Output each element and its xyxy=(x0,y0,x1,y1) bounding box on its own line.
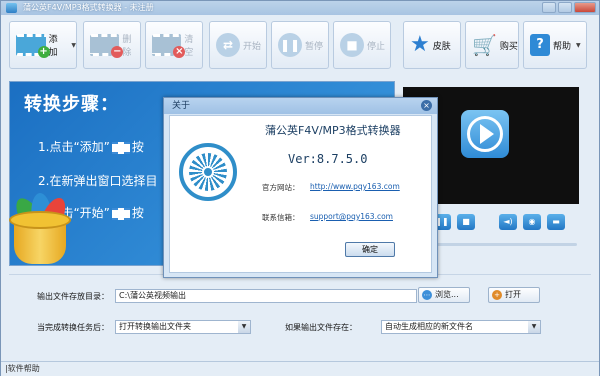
app-icon xyxy=(6,3,17,13)
after-done-label: 当完成转换任务后： xyxy=(37,323,109,332)
volume-icon[interactable]: ◄) xyxy=(499,214,517,230)
open-button[interactable]: + 打开 xyxy=(488,287,540,303)
chevron-down-icon: ▼ xyxy=(238,321,250,333)
add-film-icon: + xyxy=(16,34,50,58)
status-bar: |软件帮助 xyxy=(1,361,599,376)
about-title: 关于 xyxy=(172,101,191,111)
website-link[interactable]: http://www.pqy163.com xyxy=(310,182,400,191)
film-icon xyxy=(111,141,130,154)
chevron-down-icon: ▼ xyxy=(528,321,540,333)
camera-icon[interactable]: ◉ xyxy=(523,214,541,230)
fullscreen-icon[interactable]: ▬ xyxy=(547,214,565,230)
about-body: 蒲公英F4V/MP3格式转换器 Ver:8.7.5.0 官方网站： http:/… xyxy=(169,115,432,273)
chevron-down-icon: ▼ xyxy=(71,41,76,49)
if-exists-label: 如果输出文件存在： xyxy=(285,323,357,332)
delete-film-icon: − xyxy=(90,34,124,58)
output-dir-label: 输出文件存放目录： xyxy=(37,292,109,301)
delete-button[interactable]: − 删除 xyxy=(83,21,141,69)
player-controls: ❚❚ ■ ◄) ◉ ▬ xyxy=(433,214,565,230)
star-icon: ★ xyxy=(410,32,430,57)
chevron-down-icon: ▼ xyxy=(576,41,581,49)
step-2: 2.在新弹出窗口选择目 xyxy=(38,174,158,188)
ok-button[interactable]: 确定 xyxy=(345,242,395,257)
window-controls xyxy=(542,2,596,13)
about-dialog: 关于 × 蒲公英F4V/MP3格式转换器 Ver:8.7.5.0 官方网站： h… xyxy=(163,97,438,278)
help-button[interactable]: ? 帮助 ▼ xyxy=(523,21,587,69)
email-label: 联系信箱： xyxy=(262,213,300,222)
steps-title: 转换步骤： xyxy=(24,94,119,115)
play-icon[interactable] xyxy=(461,110,509,158)
settings-panel: 输出文件存放目录： C:\蒲公英视频输出 ⋯ 浏览... + 打开 当完成转换任务后… xyxy=(9,274,591,350)
about-version: Ver:8.7.5.0 xyxy=(288,152,368,166)
website-label: 官方网站： xyxy=(262,183,300,192)
add-button[interactable]: + 添加 ▼ xyxy=(9,21,77,69)
if-exists-select[interactable]: 自动生成相应的新文件名 ▼ xyxy=(381,320,541,334)
window-title: 蒲公英F4V/MP3格式转换器 - 未注册 xyxy=(23,3,154,12)
player-stop-button[interactable]: ■ xyxy=(457,214,475,230)
skin-button[interactable]: ★ 皮肤 xyxy=(403,21,461,69)
after-done-select[interactable]: 打开转换输出文件夹 ▼ xyxy=(115,320,251,334)
maximize-button[interactable] xyxy=(558,2,572,13)
pause-icon: ❚❚ xyxy=(278,33,302,57)
bucket-logo xyxy=(9,192,75,264)
stop-icon: ■ xyxy=(340,33,364,57)
browse-button[interactable]: ⋯ 浏览... xyxy=(418,287,470,303)
browse-icon: ⋯ xyxy=(422,290,432,300)
close-button[interactable] xyxy=(574,2,596,13)
clear-film-icon: × xyxy=(152,34,186,58)
stop-button[interactable]: ■ 停止 xyxy=(333,21,391,69)
email-link[interactable]: support@pqy163.com xyxy=(310,212,393,221)
open-icon: + xyxy=(492,290,502,300)
about-title-bar: 关于 × xyxy=(164,98,437,114)
buy-button[interactable]: 🛒 购买 xyxy=(465,21,519,69)
dandelion-logo xyxy=(179,143,237,201)
minimize-button[interactable] xyxy=(542,2,556,13)
title-bar: 蒲公英F4V/MP3格式转换器 - 未注册 xyxy=(1,1,599,15)
start-button[interactable]: ⇄ 开始 xyxy=(209,21,267,69)
output-dir-field[interactable]: C:\蒲公英视频输出 xyxy=(115,289,417,303)
cart-icon: 🛒 xyxy=(472,33,497,57)
pause-button[interactable]: ❚❚ 暂停 xyxy=(271,21,329,69)
clear-button[interactable]: × 清空 xyxy=(145,21,203,69)
shuffle-icon xyxy=(111,207,130,220)
about-app-name: 蒲公英F4V/MP3格式转换器 xyxy=(265,124,401,137)
toolbar: + 添加 ▼ − 删除 × 清空 ⇄ 开始 ❚❚ 暂停 ■ 停止 ★ 皮肤 🛒 xyxy=(5,21,597,71)
step-1: 1.点击“添加” 按 xyxy=(38,140,144,154)
close-icon[interactable]: × xyxy=(421,100,432,111)
shuffle-icon: ⇄ xyxy=(216,33,240,57)
help-icon: ? xyxy=(530,34,550,56)
help-link[interactable]: |软件帮助 xyxy=(5,364,40,373)
